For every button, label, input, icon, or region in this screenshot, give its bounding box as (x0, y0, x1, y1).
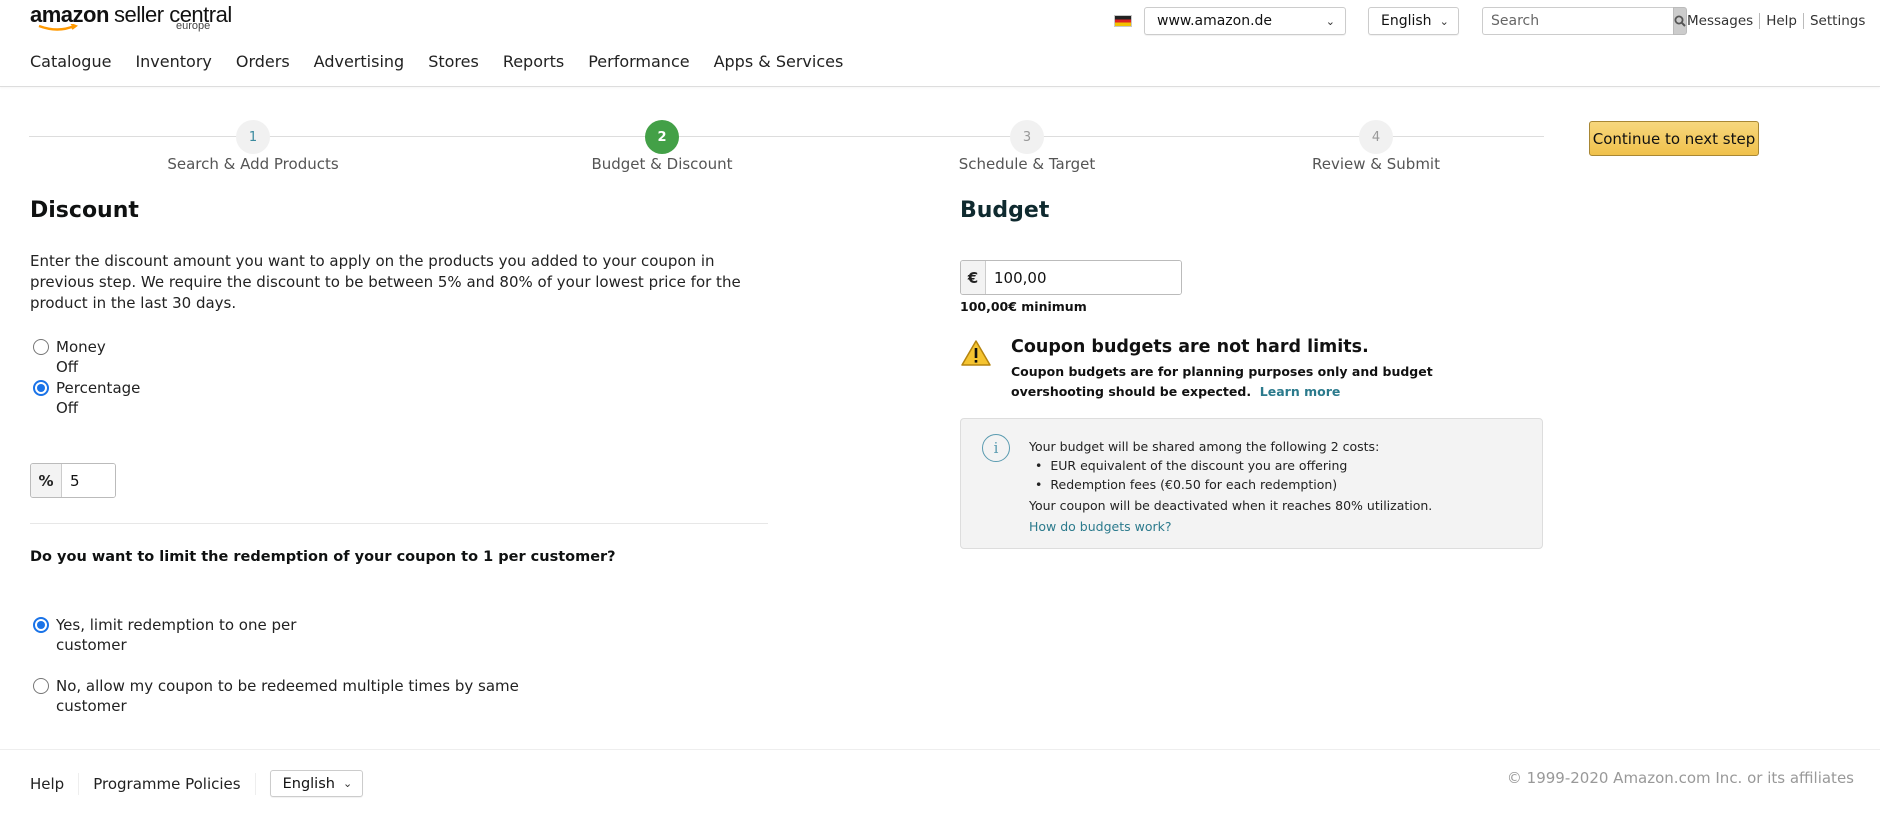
info-cost-item: Redemption fees (€0.50 for each redempti… (1035, 475, 1432, 494)
step-number: 1 (236, 120, 270, 154)
nav-apps-services[interactable]: Apps & Services (714, 52, 844, 71)
top-utility-bar: www.amazon.de ⌄ English ⌄ Messages Help … (1114, 7, 1865, 35)
step-label: Search & Add Products (167, 155, 339, 173)
divider (1759, 13, 1761, 29)
discount-percent-field: % (30, 463, 116, 498)
budget-info-box: i Your budget will be shared among the f… (960, 418, 1543, 549)
budget-heading: Budget (960, 198, 1050, 223)
messages-link[interactable]: Messages (1687, 13, 1753, 29)
progress-stepper: 1 Search & Add Products 2 Budget & Disco… (29, 120, 1544, 180)
limit-no-option[interactable]: No, allow my coupon to be redeemed multi… (33, 676, 519, 716)
step-number: 2 (645, 120, 679, 154)
search-button[interactable] (1673, 7, 1687, 35)
step-number: 4 (1359, 120, 1393, 154)
language-value: English (1381, 13, 1432, 29)
nav-stores[interactable]: Stores (428, 52, 479, 71)
continue-button[interactable]: Continue to next step (1589, 121, 1759, 156)
discount-percent-input[interactable] (62, 464, 115, 497)
footer-links: Help Programme Policies English ⌄ (30, 770, 363, 797)
percentage-off-radio[interactable] (33, 380, 49, 396)
nav-orders[interactable]: Orders (236, 52, 290, 71)
programme-policies-link[interactable]: Programme Policies (93, 775, 240, 793)
seller-central-logo[interactable]: amazon seller central europe (30, 2, 232, 32)
how-budgets-work-link[interactable]: How do budgets work? (1029, 517, 1432, 536)
warning-icon (961, 340, 991, 366)
search-input[interactable] (1482, 7, 1673, 35)
info-icon: i (982, 434, 1010, 462)
divider (254, 772, 256, 795)
step-review-submit: 4 Review & Submit (1276, 120, 1476, 173)
alert-text: Coupon budgets are for planning purposes… (1011, 362, 1511, 402)
divider (78, 772, 80, 795)
search-icon (1674, 15, 1686, 27)
step-label: Budget & Discount (591, 155, 733, 173)
chevron-down-icon: ⌄ (342, 777, 353, 790)
budget-amount-field: € (960, 260, 1182, 295)
budget-amount-input[interactable] (986, 261, 1181, 294)
percentage-off-option[interactable]: Percentage Off (33, 378, 140, 418)
discount-description: Enter the discount amount you want to ap… (30, 252, 741, 312)
step-label: Review & Submit (1312, 155, 1440, 173)
alert-body: Coupon budgets are for planning purposes… (1011, 364, 1433, 399)
limit-yes-radio[interactable] (33, 617, 49, 633)
alert-title: Coupon budgets are not hard limits. (1011, 337, 1369, 357)
nav-performance[interactable]: Performance (588, 52, 689, 71)
money-off-radio[interactable] (33, 339, 49, 355)
step-budget-discount[interactable]: 2 Budget & Discount (562, 120, 762, 173)
divider (1802, 13, 1804, 29)
logo-region: europe (176, 20, 211, 32)
step-search-add-products[interactable]: 1 Search & Add Products (153, 120, 353, 173)
settings-link[interactable]: Settings (1810, 13, 1865, 29)
language-select[interactable]: English ⌄ (1368, 7, 1459, 35)
step-number: 3 (1010, 120, 1044, 154)
radio-label: No, allow my coupon to be redeemed multi… (56, 677, 519, 715)
step-label: Schedule & Target (958, 155, 1096, 173)
nav-advertising[interactable]: Advertising (314, 52, 405, 71)
marketplace-value: www.amazon.de (1157, 13, 1273, 29)
limit-redemption-question: Do you want to limit the redemption of y… (30, 549, 616, 565)
footer-help-link[interactable]: Help (30, 775, 64, 793)
language-value: English (282, 775, 335, 792)
money-off-option[interactable]: Money Off (33, 337, 106, 377)
chevron-down-icon: ⌄ (1325, 14, 1335, 28)
radio-label: Percentage Off (56, 379, 141, 417)
discount-heading: Discount (30, 198, 139, 223)
footer: Help Programme Policies English ⌄ © 1999… (0, 749, 1880, 831)
budget-minimum-note: 100,00€ minimum (960, 299, 1087, 314)
copyright: © 1999-2020 Amazon.com Inc. or its affil… (1506, 769, 1854, 787)
help-link[interactable]: Help (1766, 13, 1797, 29)
footer-language-select[interactable]: English ⌄ (269, 770, 363, 797)
info-cost-item: EUR equivalent of the discount you are o… (1035, 456, 1432, 475)
main-nav: Catalogue Inventory Orders Advertising S… (30, 52, 867, 71)
info-body: Your budget will be shared among the fol… (1029, 437, 1432, 536)
germany-flag-icon (1114, 15, 1132, 27)
radio-label: Yes, limit redemption to one per custome… (56, 616, 297, 654)
limit-no-radio[interactable] (33, 678, 49, 694)
nav-catalogue[interactable]: Catalogue (30, 52, 111, 71)
info-cost-list: EUR equivalent of the discount you are o… (1029, 456, 1432, 494)
radio-label: Money Off (56, 338, 106, 376)
limit-yes-option[interactable]: Yes, limit redemption to one per custome… (33, 615, 296, 655)
header: amazon seller central europe www.amazon.… (0, 0, 1880, 87)
chevron-down-icon: ⌄ (1439, 14, 1449, 28)
nav-inventory[interactable]: Inventory (135, 52, 211, 71)
info-intro: Your budget will be shared among the fol… (1029, 439, 1380, 454)
header-links: Messages Help Settings (1687, 13, 1865, 29)
amazon-smile-icon (38, 24, 78, 31)
step-schedule-target: 3 Schedule & Target (927, 120, 1127, 173)
learn-more-link[interactable]: Learn more (1260, 384, 1341, 399)
euro-addon: € (961, 261, 986, 294)
info-outro: Your coupon will be deactivated when it … (1029, 498, 1433, 513)
section-divider (30, 523, 768, 524)
search-box (1482, 7, 1687, 35)
marketplace-select[interactable]: www.amazon.de ⌄ (1144, 7, 1346, 35)
logo-product: seller central (114, 2, 232, 27)
nav-reports[interactable]: Reports (503, 52, 564, 71)
percent-addon: % (31, 464, 62, 497)
